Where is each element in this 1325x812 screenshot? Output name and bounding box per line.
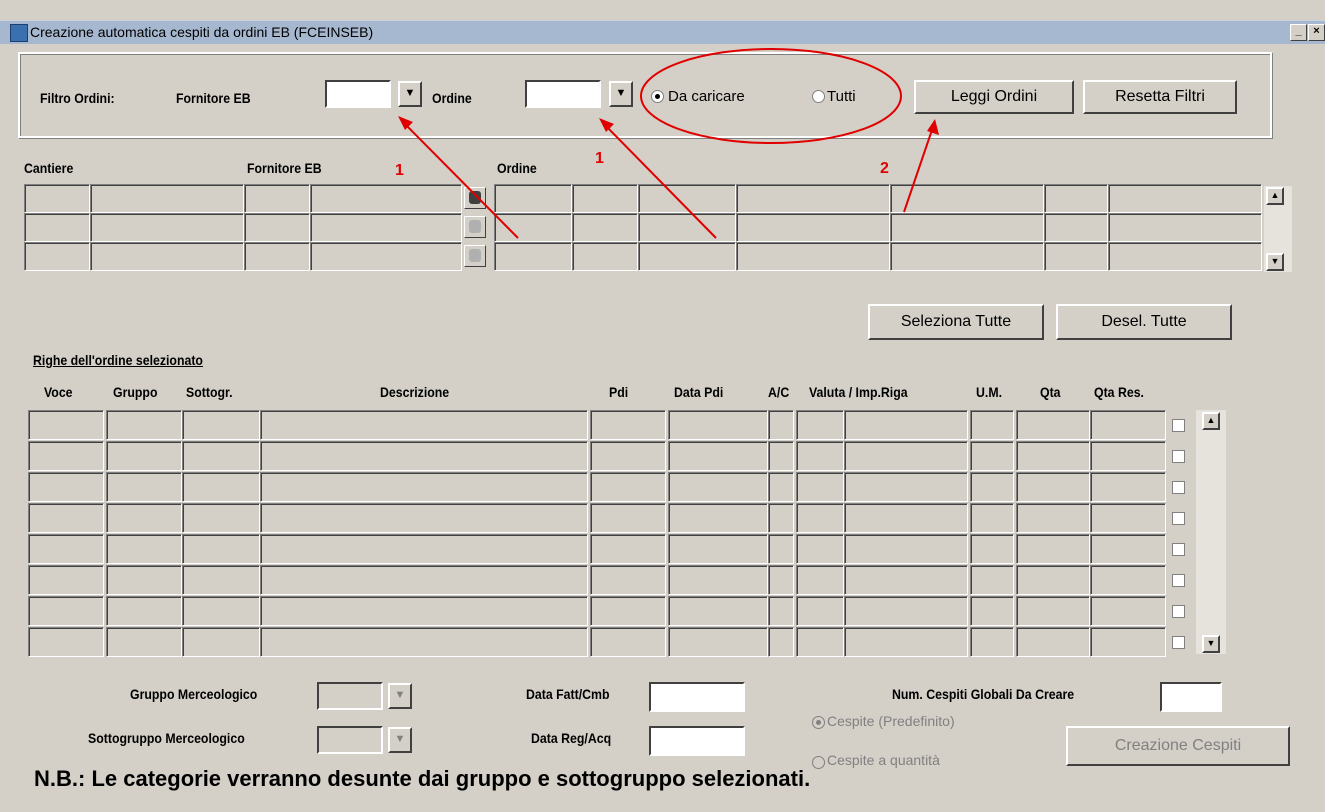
annotation-arrowhead-2 xyxy=(927,119,939,135)
annotation-arrow-2 xyxy=(903,126,934,213)
annotation-label-2: 2 xyxy=(880,160,889,177)
annotation-ellipse xyxy=(640,48,902,144)
annotation-layer xyxy=(398,48,939,239)
annotation-arrow-1a xyxy=(402,121,519,239)
annotation-arrowhead-1a xyxy=(398,116,413,130)
annotation-label-1b: 1 xyxy=(595,150,604,167)
annotation-arrowhead-1b xyxy=(599,118,614,132)
annotation-label-1a: 1 xyxy=(395,162,404,179)
annotation-arrow-1b xyxy=(603,123,717,239)
